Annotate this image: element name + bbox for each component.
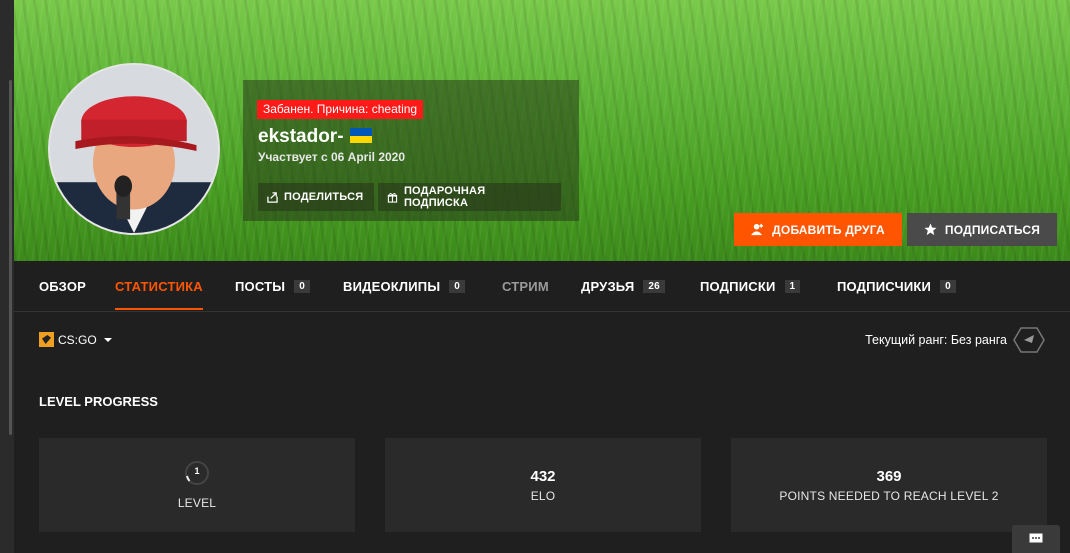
share-label: ПОДЕЛИТЬСЯ	[284, 191, 364, 203]
tab-statistics[interactable]: СТАТИСТИКА	[115, 261, 203, 311]
tab-subscriptions[interactable]: ПОДПИСКИ 1	[700, 261, 801, 311]
gift-subscription-button[interactable]: ПОДАРОЧНАЯ ПОДПИСКА	[378, 183, 561, 211]
current-rank: Текущий ранг: Без ранга	[865, 326, 1045, 354]
gift-icon	[387, 192, 398, 203]
add-friend-label: ДОБАВИТЬ ДРУГА	[772, 222, 885, 237]
points-needed-card: 369 POINTS NEEDED TO REACH LEVEL 2	[731, 438, 1047, 532]
elo-card: 432 ELO	[385, 438, 701, 532]
game-selector[interactable]: CS:GO	[39, 332, 112, 347]
profile-info-box: Забанен. Причина: cheating ekstador- Уча…	[243, 80, 579, 221]
tab-overview[interactable]: ОБЗОР	[39, 261, 86, 311]
subscriptions-count-badge: 1	[784, 279, 801, 293]
level-ring: 1	[184, 460, 210, 486]
elo-value: 432	[530, 467, 556, 485]
chat-icon	[1029, 533, 1043, 543]
avatar[interactable]	[48, 63, 220, 235]
profile-page: Забанен. Причина: cheating ekstador- Уча…	[0, 0, 1070, 553]
tab-stream[interactable]: СТРИМ	[502, 261, 549, 311]
tab-statistics-label: СТАТИСТИКА	[115, 278, 203, 294]
tab-overview-label: ОБЗОР	[39, 278, 87, 294]
friends-count-badge: 26	[643, 279, 665, 293]
tab-videoclips[interactable]: ВИДЕОКЛИПЫ 0	[343, 261, 466, 311]
videoclips-count-badge: 0	[449, 279, 466, 293]
level-number: 1	[194, 466, 200, 476]
member-since: Участвует с 06 April 2020	[258, 150, 406, 164]
add-friend-button[interactable]: ДОБАВИТЬ ДРУГА	[734, 213, 902, 246]
share-button[interactable]: ПОДЕЛИТЬСЯ	[258, 183, 374, 211]
csgo-icon	[39, 332, 54, 347]
subscribers-count-badge: 0	[940, 279, 956, 293]
follow-label: ПОДПИСАТЬСЯ	[944, 222, 1041, 237]
username: ekstador-	[258, 126, 344, 147]
level-card: 1 LEVEL	[39, 438, 355, 532]
add-user-icon	[751, 223, 764, 236]
game-name: CS:GO	[58, 332, 97, 347]
tab-friends[interactable]: ДРУЗЬЯ 26	[581, 261, 665, 311]
elo-label: ELO	[530, 488, 556, 503]
tab-friends-label: ДРУЗЬЯ	[581, 278, 635, 294]
points-needed-value: 369	[876, 467, 902, 485]
stats-panel: CS:GO Текущий ранг: Без ранга LEVEL PROG…	[14, 312, 1070, 553]
avatar-image	[50, 65, 218, 233]
star-icon	[924, 223, 937, 236]
share-icon	[267, 191, 278, 203]
tab-subscriptions-label: ПОДПИСКИ	[700, 278, 776, 294]
tab-subscribers-label: ПОДПИСЧИКИ	[837, 278, 932, 294]
chevron-down-icon	[103, 337, 112, 342]
gift-label: ПОДАРОЧНАЯ ПОДПИСКА	[403, 185, 486, 209]
left-scrollbar[interactable]	[0, 0, 14, 553]
username-row: ekstador-	[258, 126, 372, 148]
ukraine-flag-icon	[349, 128, 372, 143]
tab-posts[interactable]: ПОСТЫ 0	[235, 261, 310, 311]
profile-nav: ОБЗОР СТАТИСТИКА ПОСТЫ 0 ВИДЕОКЛИПЫ 0 СТ…	[14, 261, 1070, 312]
tab-stream-label: СТРИМ	[502, 278, 549, 294]
tab-posts-label: ПОСТЫ	[235, 278, 286, 294]
ban-badge: Забанен. Причина: cheating	[257, 100, 424, 119]
points-needed-label: POINTS NEEDED TO REACH LEVEL 2	[779, 488, 999, 503]
level-label: LEVEL	[177, 496, 217, 510]
tab-subscribers[interactable]: ПОДПИСЧИКИ 0	[837, 261, 956, 311]
chat-button[interactable]	[1012, 525, 1060, 553]
follow-button[interactable]: ПОДПИСАТЬСЯ	[907, 213, 1057, 246]
profile-banner: Забанен. Причина: cheating ekstador- Уча…	[14, 0, 1070, 261]
posts-count-badge: 0	[294, 279, 310, 293]
tab-videoclips-label: ВИДЕОКЛИПЫ	[343, 278, 441, 294]
rank-text: Текущий ранг: Без ранга	[865, 333, 1007, 347]
rank-hexagon-icon	[1013, 327, 1045, 353]
scroll-thumb[interactable]	[9, 80, 12, 435]
section-title: LEVEL PROGRESS	[39, 394, 158, 409]
